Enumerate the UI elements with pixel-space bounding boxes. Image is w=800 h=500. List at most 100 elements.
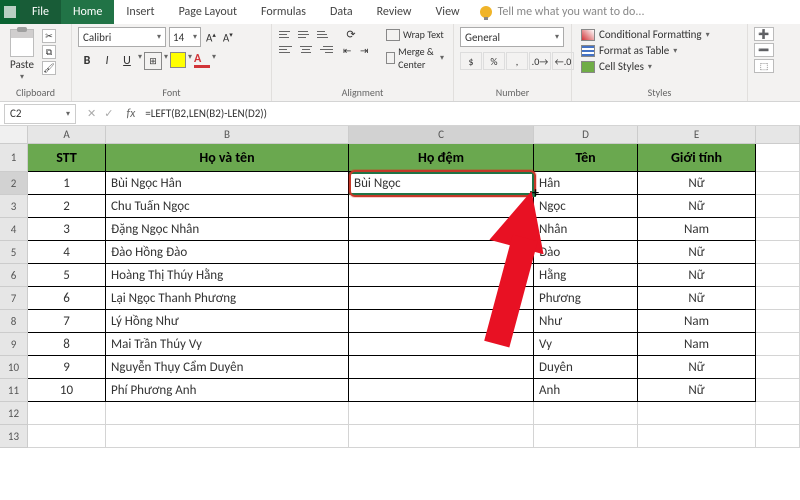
- cell[interactable]: Duyên: [534, 356, 638, 379]
- cell-styles-button[interactable]: Cell Styles▾: [578, 59, 713, 74]
- tab-view[interactable]: View: [424, 0, 472, 24]
- row-header-7[interactable]: 7: [0, 287, 28, 310]
- cell[interactable]: Đào: [534, 241, 638, 264]
- font-name-combo[interactable]: Calibri▾: [78, 27, 166, 47]
- cell[interactable]: Đào Hồng Đào: [106, 241, 349, 264]
- row-header-13[interactable]: 13: [0, 425, 28, 448]
- cell[interactable]: 6: [28, 287, 106, 310]
- cell[interactable]: 2: [28, 195, 106, 218]
- font-color-button[interactable]: A: [194, 52, 210, 68]
- copy-button[interactable]: ⧉: [42, 45, 56, 59]
- row-header-3[interactable]: 3: [0, 195, 28, 218]
- percent-format[interactable]: %: [483, 52, 505, 70]
- cell[interactable]: 5: [28, 264, 106, 287]
- formula-input[interactable]: =LEFT(B2,LEN(B2)-LEN(D2)): [141, 107, 800, 120]
- orientation-button[interactable]: ⟳: [342, 27, 360, 41]
- col-header-E[interactable]: E: [638, 126, 756, 144]
- cell[interactable]: Mai Trần Thúy Vy: [106, 333, 349, 356]
- cell[interactable]: [638, 425, 756, 448]
- cell[interactable]: 9: [28, 356, 106, 379]
- row-header-5[interactable]: 5: [0, 241, 28, 264]
- paste-button[interactable]: Paste ▾: [6, 27, 38, 84]
- merge-center-button[interactable]: Merge & Center▾: [383, 44, 447, 72]
- cell[interactable]: Ngọc: [534, 195, 638, 218]
- cell[interactable]: Nữ: [638, 379, 756, 402]
- increase-decimal[interactable]: .0→: [529, 52, 551, 70]
- row-header-4[interactable]: 4: [0, 218, 28, 241]
- cell[interactable]: [756, 172, 800, 195]
- fx-icon[interactable]: fx: [120, 107, 141, 121]
- borders-button[interactable]: ⊞: [144, 52, 162, 70]
- cell[interactable]: Chu Tuấn Ngọc: [106, 195, 349, 218]
- tell-me[interactable]: Tell me what you want to do...: [480, 0, 645, 24]
- cell[interactable]: [534, 425, 638, 448]
- cell[interactable]: [756, 333, 800, 356]
- row-header-10[interactable]: 10: [0, 356, 28, 379]
- cell[interactable]: Nữ: [638, 195, 756, 218]
- cell[interactable]: Bùi Ngọc: [349, 172, 534, 195]
- cell[interactable]: Nữ: [638, 287, 756, 310]
- cell[interactable]: [349, 379, 534, 402]
- row-header-11[interactable]: 11: [0, 379, 28, 402]
- cell[interactable]: Bùi Ngọc Hân: [106, 172, 349, 195]
- underline-button[interactable]: U: [118, 52, 136, 70]
- cell[interactable]: Phương: [534, 287, 638, 310]
- enter-formula-button[interactable]: ✓: [101, 107, 116, 120]
- cell[interactable]: 8: [28, 333, 106, 356]
- cell[interactable]: [106, 425, 349, 448]
- row-header-12[interactable]: 12: [0, 402, 28, 425]
- cell[interactable]: Tên: [534, 144, 638, 172]
- cell[interactable]: [756, 195, 800, 218]
- format-painter-button[interactable]: 🖌: [42, 61, 56, 75]
- cell[interactable]: [756, 287, 800, 310]
- name-box[interactable]: C2▾: [4, 104, 76, 124]
- tab-formulas[interactable]: Formulas: [249, 0, 318, 24]
- cell[interactable]: [349, 218, 534, 241]
- align-left[interactable]: [278, 42, 296, 56]
- cell[interactable]: Nữ: [638, 241, 756, 264]
- delete-cells-button[interactable]: ➖: [754, 43, 774, 57]
- cell[interactable]: Họ và tên: [106, 144, 349, 172]
- align-center[interactable]: [297, 42, 315, 56]
- col-header-D[interactable]: D: [534, 126, 638, 144]
- cell[interactable]: [349, 241, 534, 264]
- number-format-combo[interactable]: General▾: [460, 27, 564, 47]
- cell[interactable]: Nam: [638, 333, 756, 356]
- cell[interactable]: Phí Phương Anh: [106, 379, 349, 402]
- cell[interactable]: [756, 218, 800, 241]
- cell[interactable]: Giới tính: [638, 144, 756, 172]
- row-header-8[interactable]: 8: [0, 310, 28, 333]
- decrease-decimal[interactable]: ←.0: [552, 52, 574, 70]
- cell[interactable]: [349, 264, 534, 287]
- cell[interactable]: [349, 310, 534, 333]
- cell[interactable]: [28, 425, 106, 448]
- row-header-6[interactable]: 6: [0, 264, 28, 287]
- cell[interactable]: Nam: [638, 310, 756, 333]
- cell[interactable]: [756, 144, 800, 172]
- cell[interactable]: 1: [28, 172, 106, 195]
- cell[interactable]: [349, 287, 534, 310]
- cell[interactable]: 7: [28, 310, 106, 333]
- insert-cells-button[interactable]: ➕: [754, 27, 774, 41]
- cell[interactable]: Hoàng Thị Thúy Hằng: [106, 264, 349, 287]
- cell[interactable]: [756, 264, 800, 287]
- cell[interactable]: [349, 195, 534, 218]
- cell[interactable]: [349, 402, 534, 425]
- wrap-text-button[interactable]: Wrap Text: [383, 27, 447, 42]
- align-top[interactable]: [278, 27, 296, 41]
- format-as-table-button[interactable]: Format as Table▾: [578, 43, 713, 58]
- tab-file[interactable]: File: [20, 0, 61, 24]
- cell[interactable]: [756, 310, 800, 333]
- cell[interactable]: Nam: [638, 218, 756, 241]
- cell[interactable]: [349, 333, 534, 356]
- row-header-1[interactable]: 1: [0, 144, 28, 172]
- cancel-formula-button[interactable]: ✕: [84, 107, 99, 120]
- cell[interactable]: [756, 402, 800, 425]
- cell[interactable]: [106, 402, 349, 425]
- cell[interactable]: Nữ: [638, 356, 756, 379]
- col-header-A[interactable]: A: [28, 126, 106, 144]
- accounting-format[interactable]: $: [460, 52, 482, 70]
- cell[interactable]: [349, 425, 534, 448]
- tab-home[interactable]: Home: [61, 0, 114, 24]
- cell[interactable]: Họ đệm: [349, 144, 534, 172]
